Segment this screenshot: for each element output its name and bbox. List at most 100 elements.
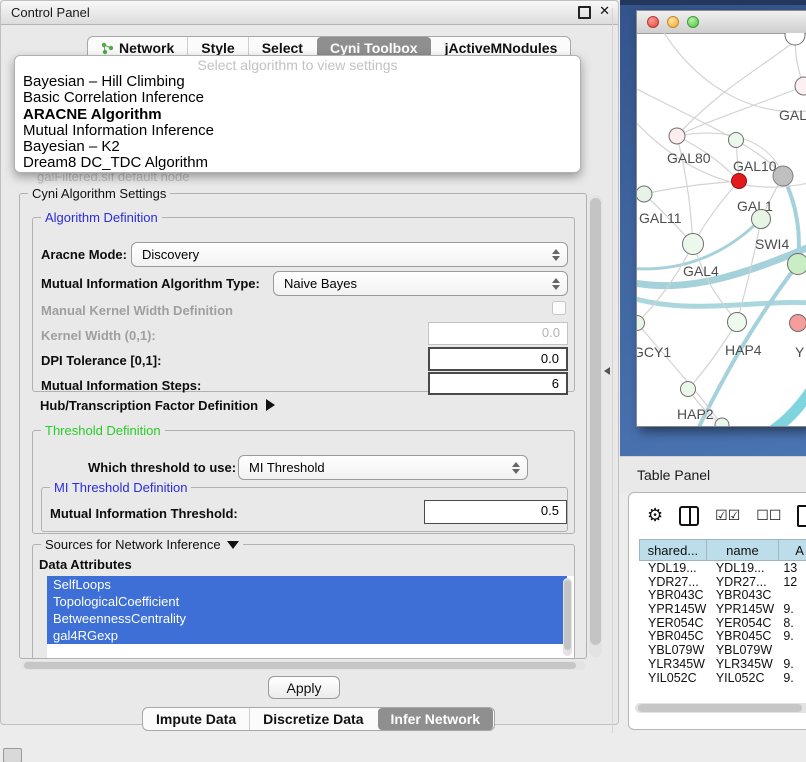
- node-label-gal4: GAL4: [683, 263, 719, 279]
- mi-steps-field[interactable]: 6: [428, 372, 568, 395]
- data-attribute-option[interactable]: gal4RGexp: [47, 627, 567, 644]
- gear-icon[interactable]: ⚙: [647, 506, 663, 526]
- apply-button[interactable]: Apply: [268, 676, 340, 699]
- network-node-hap2[interactable]: [681, 382, 696, 397]
- float-window-icon[interactable]: [578, 6, 591, 19]
- zoom-traffic-light-icon[interactable]: [687, 16, 699, 28]
- attributes-scrollbar-thumb[interactable]: [564, 580, 571, 650]
- algorithm-option[interactable]: Dream8 DC_TDC Algorithm: [15, 155, 580, 171]
- table-header-row: shared... name A: [639, 539, 806, 561]
- algorithm-option[interactable]: Bayesian – K2: [15, 139, 580, 155]
- network-window-titlebar[interactable]: [637, 11, 806, 34]
- algorithm-option[interactable]: ARACNE Algorithm: [15, 107, 580, 123]
- table-cell: 9.: [779, 629, 806, 643]
- table-row[interactable]: YDL19...YDL19...13: [639, 561, 806, 575]
- settings-scrollbar-thumb[interactable]: [590, 198, 601, 645]
- select-all-icon[interactable]: ☑: [728, 506, 741, 526]
- network-node[interactable]: [773, 166, 793, 186]
- hub-definition-expander[interactable]: Hub/Transcription Factor Definition: [40, 397, 275, 415]
- panel-divider: [612, 8, 613, 733]
- network-node[interactable]: [788, 254, 806, 275]
- algorithm-option[interactable]: Basic Correlation Inference: [15, 90, 580, 106]
- table-row[interactable]: YBR045CYBR045C9.: [639, 629, 806, 643]
- network-node-gal[interactable]: [795, 77, 806, 95]
- dropdown-prompt: Select algorithm to view settings: [15, 56, 580, 74]
- table-row[interactable]: YBR043CYBR043C: [639, 588, 806, 602]
- data-attributes-list[interactable]: SelfLoopsTopologicalCoefficientBetweenne…: [47, 576, 574, 658]
- network-node-gcy1[interactable]: [637, 316, 645, 331]
- tab-cyni-toolbox-label: Cyni Toolbox: [330, 40, 418, 56]
- algorithm-option[interactable]: Mutual Information Inference: [15, 123, 580, 139]
- aracne-mode-select[interactable]: Discovery: [131, 242, 568, 267]
- mi-threshold-field[interactable]: 0.5: [424, 500, 567, 524]
- table-cell: YIL052C: [639, 671, 707, 685]
- node-label-hap4: HAP4: [725, 342, 762, 358]
- table-row[interactable]: YER054CYER054C8.: [639, 616, 806, 630]
- network-view-window: GALGAL80GAL10GAL1GAL11SWI4GAL4GCY1HAP4YH…: [636, 10, 806, 427]
- network-node-swi4[interactable]: [752, 210, 771, 229]
- attributes-scrollbar[interactable]: [563, 578, 572, 656]
- select-all-icon[interactable]: ☑: [715, 506, 728, 526]
- settings-scrollbar[interactable]: [589, 195, 602, 657]
- settings-hscrollbar-thumb[interactable]: [24, 662, 576, 669]
- node-label-hap2: HAP2: [677, 406, 714, 422]
- table-row[interactable]: YIL052CYIL052C9.: [639, 671, 806, 685]
- table-row[interactable]: YDR27...YDR27...12: [639, 575, 806, 589]
- data-attribute-option[interactable]: BetweennessCentrality: [47, 610, 567, 627]
- manual-kernel-checkbox[interactable]: [552, 301, 566, 315]
- tab-discretize-data[interactable]: Discretize Data: [249, 708, 376, 730]
- table-cell: [779, 588, 806, 602]
- minimized-panel-chip[interactable]: [3, 748, 22, 762]
- mi-threshold-title: MI Threshold Definition: [50, 480, 191, 495]
- expand-right-icon: [266, 399, 275, 411]
- tab-infer-network[interactable]: Infer Network: [378, 708, 493, 730]
- tab-jactivemnodules-label: jActiveMNodules: [445, 40, 558, 56]
- stepper-icon: [552, 278, 560, 290]
- network-node-gal1[interactable]: [732, 174, 747, 189]
- network-node-hap4[interactable]: [728, 313, 747, 332]
- dpi-tolerance-field[interactable]: 0.0: [428, 347, 568, 371]
- divider-collapse-arrow-icon[interactable]: [604, 367, 610, 375]
- table-cell: YBR045C: [639, 629, 707, 643]
- algorithm-option[interactable]: Bayesian – Hill Climbing: [15, 74, 580, 90]
- network-node-gal4[interactable]: [683, 234, 704, 255]
- data-attribute-option[interactable]: TopologicalCoefficient: [47, 593, 567, 610]
- function-builder-icon[interactable]: [797, 505, 806, 527]
- sources-title-text: Sources for Network Inference: [45, 537, 221, 552]
- table-hscrollbar-thumb[interactable]: [638, 704, 802, 712]
- table-row[interactable]: YPR145WYPR145W9.: [639, 602, 806, 616]
- node-label-y: Y: [795, 344, 805, 360]
- settings-hscrollbar[interactable]: [21, 661, 585, 670]
- table-row[interactable]: YLR345WYLR345W9.: [639, 657, 806, 671]
- network-node[interactable]: [785, 33, 805, 45]
- table-hscrollbar[interactable]: [635, 703, 806, 713]
- deselect-all-icon[interactable]: ☐: [769, 506, 782, 526]
- tab-impute-data[interactable]: Impute Data: [143, 708, 249, 730]
- control-panel-titlebar[interactable]: Control Panel ✕: [1, 1, 618, 25]
- deselect-all-icon[interactable]: ☐: [756, 506, 769, 526]
- collapse-down-icon[interactable]: [227, 541, 239, 549]
- network-node-y[interactable]: [790, 315, 806, 332]
- network-node-gal11[interactable]: [637, 186, 652, 202]
- table-cell: YDR27...: [639, 575, 707, 589]
- column-header-partial[interactable]: A: [779, 539, 806, 561]
- which-threshold-select[interactable]: MI Threshold: [238, 455, 528, 480]
- column-header-shared-name[interactable]: shared...: [639, 539, 707, 561]
- column-header-name[interactable]: name: [707, 539, 779, 561]
- table-cell: YBR043C: [707, 588, 780, 602]
- split-columns-icon[interactable]: [679, 506, 699, 526]
- network-canvas[interactable]: GALGAL80GAL10GAL1GAL11SWI4GAL4GCY1HAP4YH…: [637, 33, 806, 426]
- network-node-gal80[interactable]: [669, 128, 685, 144]
- data-attribute-option[interactable]: SelfLoops: [47, 576, 567, 593]
- table-cell: YLR345W: [707, 657, 780, 671]
- table-row[interactable]: YBL079WYBL079W: [639, 643, 806, 657]
- mi-type-select[interactable]: Naive Bayes: [273, 271, 568, 296]
- hub-definition-label: Hub/Transcription Factor Definition: [40, 398, 258, 413]
- network-node-gal10[interactable]: [729, 133, 744, 148]
- table-panel-header: Table Panel: [620, 456, 806, 493]
- close-traffic-light-icon[interactable]: [647, 16, 659, 28]
- close-icon[interactable]: ✕: [599, 5, 610, 19]
- table-cell: YDL19...: [707, 561, 780, 575]
- kernel-width-field[interactable]: 0.0: [428, 322, 568, 345]
- minimize-traffic-light-icon[interactable]: [667, 16, 679, 28]
